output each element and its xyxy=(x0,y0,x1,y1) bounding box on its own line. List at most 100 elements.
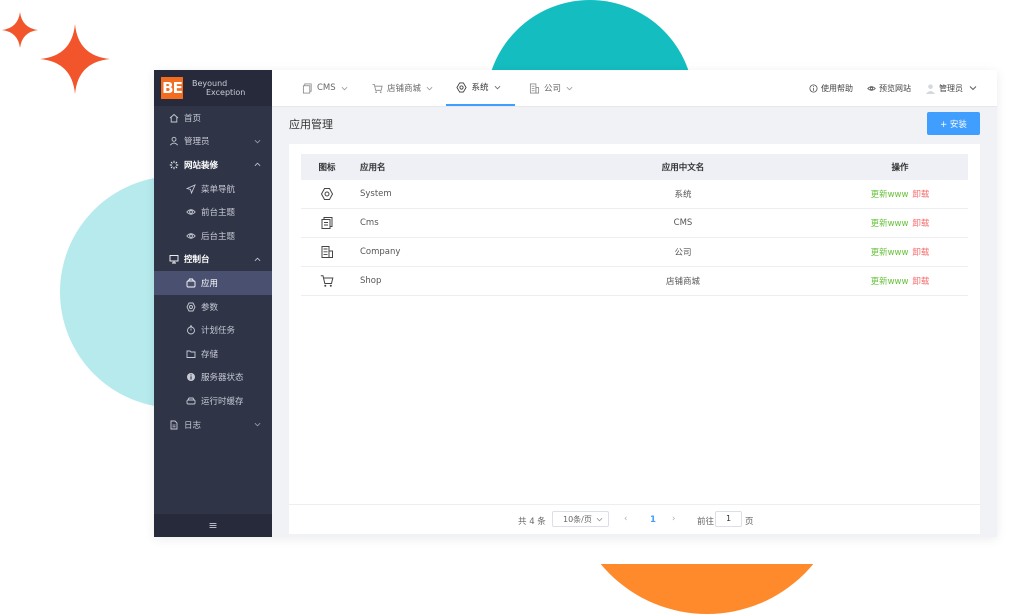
sidebar-item-menu-nav[interactable]: 菜单导航 xyxy=(154,177,272,201)
avatar-icon xyxy=(925,83,936,94)
column-header-actions: 操作 xyxy=(891,163,909,173)
content-header: 应用管理 + 安装 xyxy=(272,106,997,142)
info-icon xyxy=(186,372,196,382)
sidebar-item-logs[interactable]: 日志 xyxy=(154,413,272,437)
app-cn-name: 公司 xyxy=(674,248,692,258)
page-number-current[interactable]: 1 xyxy=(650,515,656,525)
sidebar-item-label: 网站装修 xyxy=(184,160,219,171)
sidebar-item-front-theme[interactable]: 前台主题 xyxy=(154,200,272,224)
chevron-down-icon xyxy=(566,86,573,90)
chevron-down-icon xyxy=(596,517,603,522)
sidebar-item-label: 控制台 xyxy=(184,255,210,266)
top-nav: CMS 店铺商城 系统 公司 使用帮助 预览网站 管理员 xyxy=(272,70,997,107)
logo-line1: Beyound xyxy=(192,79,228,88)
update-link[interactable]: 更新www xyxy=(871,190,909,200)
magic-icon xyxy=(169,160,179,170)
sidebar-item-label: 应用 xyxy=(201,278,219,289)
eye-icon xyxy=(186,207,196,217)
chevron-down-icon xyxy=(341,86,348,90)
table-row: System 系统 更新www 卸载 xyxy=(301,180,968,209)
logo-mark: BE xyxy=(161,77,183,99)
install-button[interactable]: + 安装 xyxy=(927,112,980,135)
chevron-down-icon xyxy=(254,139,261,143)
building-icon xyxy=(529,83,540,93)
sidebar-item-storage[interactable]: 存储 xyxy=(154,342,272,366)
timer-icon xyxy=(186,325,196,335)
page-size-value: 10条/页 xyxy=(563,514,592,524)
sidebar-item-label: 后台主题 xyxy=(201,231,236,242)
chevron-up-icon xyxy=(254,162,261,167)
tab-cms[interactable]: CMS xyxy=(302,70,352,106)
copy-icon xyxy=(321,217,333,229)
preview-label: 预览网站 xyxy=(879,83,911,93)
tab-shop[interactable]: 店铺商城 xyxy=(372,70,437,106)
tab-company[interactable]: 公司 xyxy=(529,70,577,106)
help-link[interactable]: 使用帮助 xyxy=(809,70,853,106)
chevron-up-icon xyxy=(254,257,261,261)
sidebar-item-label: 前台主题 xyxy=(201,208,236,219)
light-teal-circle-decoration xyxy=(60,176,156,408)
help-label: 使用帮助 xyxy=(821,83,853,93)
sidebar-item-label: 存储 xyxy=(201,349,219,360)
update-link[interactable]: 更新www xyxy=(871,277,909,287)
uninstall-link[interactable]: 卸载 xyxy=(912,248,929,258)
sidebar-item-console[interactable]: 控制台 xyxy=(154,248,272,272)
logo[interactable]: BE Beyound Exception xyxy=(154,70,272,106)
preview-site-link[interactable]: 预览网站 xyxy=(867,70,911,106)
update-link[interactable]: 更新www xyxy=(871,219,909,229)
sidebar-item-label: 菜单导航 xyxy=(201,184,236,195)
user-icon xyxy=(169,136,179,146)
prev-page-button[interactable]: ‹ xyxy=(624,514,627,524)
sidebar-item-label: 参数 xyxy=(201,302,219,313)
sidebar-item-site-decoration[interactable]: 网站装修 xyxy=(154,153,272,177)
star-decoration-large xyxy=(40,24,110,94)
app-cn-name: CMS xyxy=(673,218,693,228)
next-page-button[interactable]: › xyxy=(672,514,675,524)
page-suffix-label: 页 xyxy=(745,517,754,527)
tab-system[interactable]: 系统 xyxy=(446,70,515,106)
sidebar-item-home[interactable]: 首页 xyxy=(154,106,272,130)
tab-label: 公司 xyxy=(544,84,562,94)
home-icon xyxy=(169,113,179,123)
sidebar-item-label: 管理员 xyxy=(184,137,210,148)
sidebar-item-label: 日志 xyxy=(184,420,202,431)
update-link[interactable]: 更新www xyxy=(871,248,909,258)
sidebar: BE Beyound Exception 首页 管理员 网站装修 菜单导航 前台… xyxy=(154,70,272,537)
uninstall-link[interactable]: 卸载 xyxy=(912,190,929,200)
sidebar-collapse-button[interactable]: ≡ xyxy=(154,514,272,537)
send-icon xyxy=(186,183,196,194)
uninstall-link[interactable]: 卸载 xyxy=(912,277,929,287)
building-icon xyxy=(321,246,333,258)
sidebar-item-label: 首页 xyxy=(184,113,202,124)
sidebar-item-runtime-cache[interactable]: 运行时缓存 xyxy=(154,389,272,413)
app-name: Shop xyxy=(360,276,382,286)
sidebar-item-label: 计划任务 xyxy=(201,326,236,337)
goto-page-input[interactable]: 1 xyxy=(715,511,742,527)
gear-icon xyxy=(320,188,334,200)
sidebar-item-apps[interactable]: 应用 xyxy=(154,271,272,295)
sidebar-item-server-status[interactable]: 服务器状态 xyxy=(154,366,272,390)
chevron-down-icon xyxy=(426,86,433,90)
gear-icon xyxy=(186,302,196,312)
chevron-down-icon xyxy=(494,85,500,89)
page-size-select[interactable]: 10条/页 xyxy=(552,511,609,527)
admin-menu[interactable]: 管理员 xyxy=(925,70,977,106)
sidebar-item-back-theme[interactable]: 后台主题 xyxy=(154,224,272,248)
apps-panel: 图标 应用名 应用中文名 操作 System 系统 更新www 卸载 Cms CM… xyxy=(289,144,980,534)
logo-text: Beyound Exception xyxy=(192,79,245,97)
admin-label: 管理员 xyxy=(939,83,963,93)
tab-label: 店铺商城 xyxy=(387,84,422,94)
app-name: Company xyxy=(360,247,401,257)
app-name: System xyxy=(360,189,392,199)
sidebar-item-label: 运行时缓存 xyxy=(201,396,244,407)
sidebar-item-admin[interactable]: 管理员 xyxy=(154,130,272,154)
sidebar-item-scheduled-tasks[interactable]: 计划任务 xyxy=(154,318,272,342)
tab-label: CMS xyxy=(317,83,336,93)
sidebar-item-params[interactable]: 参数 xyxy=(154,295,272,319)
gear-icon xyxy=(456,82,468,92)
pagination: 共 4 条 10条/页 ‹ 1 › 前往 1 页 xyxy=(289,504,980,535)
sidebar-item-label: 服务器状态 xyxy=(201,373,244,384)
box-icon xyxy=(186,278,196,288)
uninstall-link[interactable]: 卸载 xyxy=(912,219,929,229)
column-header-cn-name: 应用中文名 xyxy=(661,163,705,173)
